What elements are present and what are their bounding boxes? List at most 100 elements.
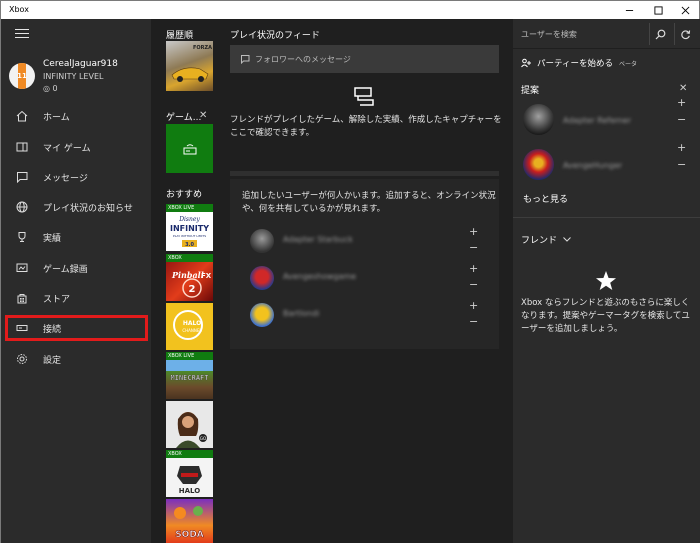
- game-tile-forza-horizon[interactable]: FORZA: [166, 41, 213, 91]
- nav-label-activity: プレイ状況のお知らせ: [43, 203, 133, 214]
- suggested-user-name: Avengeshowgame: [283, 272, 357, 281]
- avatar[interactable]: 11: [9, 63, 35, 89]
- search-bar: ユーザーを検索: [513, 19, 700, 49]
- avatar[interactable]: [523, 149, 554, 180]
- add-friend-icon[interactable]: +: [469, 262, 478, 275]
- dismiss-suggestion-icon[interactable]: −: [469, 315, 478, 328]
- recent-heading: 履歴順: [166, 31, 194, 41]
- friends-heading: フレンド: [521, 236, 558, 246]
- avatar[interactable]: [250, 229, 274, 253]
- nav-label-messages: メッセージ: [43, 173, 88, 184]
- gamerscore-icon: ◎: [43, 84, 50, 93]
- game-tile-pinball-fx2[interactable]: XBOX Pinball FX 2: [166, 254, 213, 301]
- feed-empty-text: フレンドがプレイしたゲーム、解除した実績、作成したキャプチャーをここで確認できま…: [230, 115, 502, 138]
- suggested-user-row[interactable]: Avengeshowgame + −: [250, 262, 485, 296]
- add-friend-icon[interactable]: +: [469, 225, 478, 238]
- close-button[interactable]: [671, 1, 699, 19]
- nav-item-messages[interactable]: メッセージ: [1, 162, 151, 192]
- recommended-heading: おすすめ: [166, 190, 203, 200]
- dismiss-suggestion-icon[interactable]: −: [677, 158, 686, 171]
- suggest-text: 追加したいユーザーが何人かいます。追加すると、オンライン状況や、何を共有している…: [242, 191, 496, 214]
- compose-message-icon: [241, 55, 250, 64]
- people-panel: ユーザーを検索 パーティーを始める ベータ 提案 ✕ Adapter Refem…: [513, 19, 700, 543]
- nav-item-game-dvr[interactable]: ゲーム録画: [1, 253, 151, 283]
- panel-divider: [513, 217, 700, 218]
- avatar[interactable]: [250, 303, 274, 327]
- dismiss-suggestion-icon[interactable]: −: [469, 241, 478, 254]
- nav-item-my-games[interactable]: マイ ゲーム: [1, 132, 151, 162]
- suggestion-row[interactable]: AvengeHunger + −: [523, 141, 693, 185]
- start-party-label: パーティーを始める: [537, 59, 613, 69]
- my-games-icon: [1, 141, 43, 153]
- search-input[interactable]: ユーザーを検索: [521, 29, 577, 40]
- game-tile-halo[interactable]: XBOX HALO: [166, 450, 213, 497]
- close-pinned-icon[interactable]: ✕: [199, 110, 207, 121]
- xbox-tag: XBOX: [166, 254, 213, 262]
- suggestion-row[interactable]: Adapter Refemer + −: [523, 96, 693, 140]
- add-friend-icon[interactable]: +: [677, 141, 686, 154]
- add-friend-icon[interactable]: +: [677, 96, 686, 109]
- nav-label-settings: 設定: [43, 355, 62, 366]
- svg-text:MINECRAFT: MINECRAFT: [171, 374, 209, 382]
- feed-heading: プレイ状況のフィード: [230, 31, 320, 41]
- maximize-button[interactable]: [644, 1, 672, 19]
- svg-text:FX: FX: [201, 272, 212, 280]
- follower-message-input[interactable]: フォロワーへのメッセージ: [230, 45, 499, 73]
- game-tile-candy-game[interactable]: SODA: [166, 499, 213, 543]
- nav-label-achievements: 実績: [43, 233, 62, 244]
- xbox-tag: XBOX: [166, 450, 213, 458]
- window-title: Xbox: [9, 5, 29, 14]
- game-tile-disney-infinity[interactable]: XBOX LIVE Disney INFINITY PLAY WITHOUT LIM…: [166, 204, 213, 251]
- feed-empty-icon: [354, 87, 374, 106]
- nav-item-settings[interactable]: 設定: [1, 344, 151, 374]
- svg-text:FORZA: FORZA: [193, 45, 212, 51]
- dismiss-suggestion-icon[interactable]: −: [677, 113, 686, 126]
- svg-text:Pinball: Pinball: [171, 270, 204, 280]
- friends-filter-dropdown[interactable]: フレンド: [521, 233, 571, 246]
- suggestions-heading: 提案: [521, 86, 540, 96]
- nav-label-store: ストア: [43, 294, 71, 305]
- suggestion-name: Adapter Refemer: [563, 116, 632, 125]
- dismiss-suggestion-icon[interactable]: −: [469, 278, 478, 291]
- nav-item-activity[interactable]: プレイ状況のお知らせ: [1, 192, 151, 222]
- gamertag[interactable]: CerealJaguar918: [43, 59, 118, 69]
- suggested-user-row[interactable]: Bartlondi + −: [250, 299, 485, 333]
- add-friend-icon[interactable]: +: [469, 299, 478, 312]
- close-suggestions-icon[interactable]: ✕: [679, 83, 687, 94]
- games-column: 履歴順 FORZA ゲーム... ✕ おすすめ XBOX LIVE Disney…: [151, 19, 223, 543]
- game-tile-minecraft[interactable]: XBOX LIVE MINECRAFT: [166, 352, 213, 399]
- svg-text:PLAY WITHOUT LIMITS: PLAY WITHOUT LIMITS: [173, 234, 206, 238]
- game-tile-halo-channel[interactable]: HALO CHANNEL: [166, 303, 213, 350]
- refresh-button[interactable]: [674, 23, 696, 45]
- suggested-user-row[interactable]: Adapter Starbuck + −: [250, 225, 485, 259]
- nav-label-game-dvr: ゲーム録画: [43, 264, 88, 275]
- left-nav: 11 CerealJaguar918 INFINITY LEVEL ◎ 0 ホー…: [1, 19, 151, 543]
- gamerscore: ◎ 0: [43, 84, 58, 93]
- game-tile-connect-app[interactable]: [166, 124, 213, 173]
- avatar[interactable]: [250, 266, 274, 290]
- start-party-button[interactable]: パーティーを始める ベータ: [521, 57, 637, 69]
- activity-feed: プレイ状況のフィード フォロワーへのメッセージ フレンドがプレイしたゲーム、解除…: [223, 19, 513, 543]
- hamburger-menu-icon[interactable]: [15, 29, 29, 39]
- see-more-link[interactable]: もっと見る: [523, 192, 568, 205]
- beta-badge: ベータ: [619, 60, 638, 68]
- globe-icon: [1, 201, 43, 213]
- svg-text:3.0: 3.0: [185, 242, 194, 248]
- friends-empty-text: Xbox ならフレンドと遊ぶのもさらに楽しくなります。提案やゲーマータグを検索し…: [521, 298, 690, 334]
- nav-item-store[interactable]: ストア: [1, 283, 151, 313]
- game-tile-lara-croft[interactable]: GO: [166, 401, 213, 448]
- nav-item-achievements[interactable]: 実績: [1, 222, 151, 252]
- xbox-window: Xbox 11 CerealJaguar918 INFINITY LEVEL ◎…: [0, 0, 700, 543]
- svg-text:2: 2: [189, 284, 196, 295]
- game-dvr-icon: [1, 262, 43, 274]
- nav-label-home: ホーム: [43, 112, 70, 123]
- svg-text:Disney: Disney: [178, 216, 200, 223]
- xbox-live-tag: XBOX LIVE: [166, 352, 213, 360]
- chevron-down-icon: [563, 237, 571, 242]
- minimize-button[interactable]: [615, 1, 643, 19]
- nav-item-home[interactable]: ホーム: [1, 101, 151, 131]
- connect-highlight-box: [5, 315, 148, 341]
- suggested-user-name: Bartlondi: [283, 309, 320, 318]
- search-button[interactable]: [649, 23, 671, 45]
- avatar[interactable]: [523, 104, 554, 135]
